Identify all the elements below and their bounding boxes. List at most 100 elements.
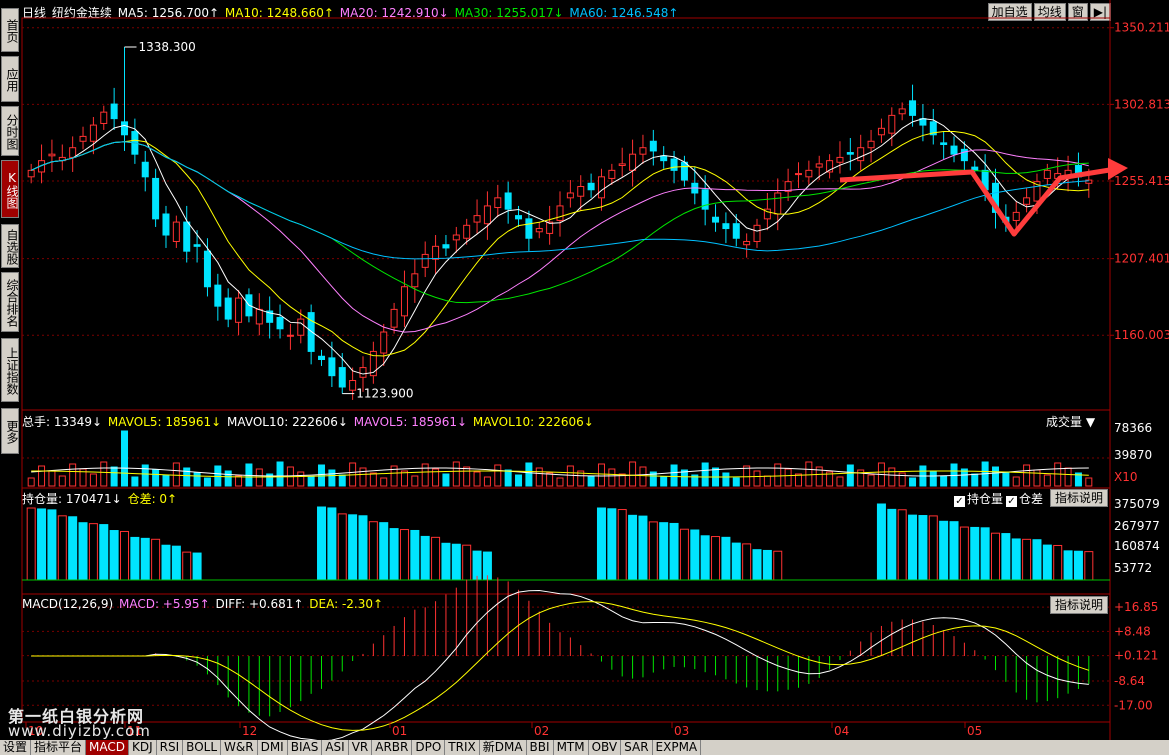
candle-body xyxy=(400,286,408,317)
candle-body xyxy=(390,308,398,328)
tab-dpo[interactable]: DPO xyxy=(412,740,446,755)
tab-bias[interactable]: BIAS xyxy=(288,740,323,755)
oi-bar xyxy=(711,536,721,581)
oi-bar xyxy=(700,535,710,581)
candle-body xyxy=(235,297,243,323)
candle-body xyxy=(452,234,460,241)
oi-help-button[interactable]: 指标说明 xyxy=(1050,489,1109,507)
candle-body xyxy=(722,223,730,230)
candle-body xyxy=(421,253,429,268)
volume-bar xyxy=(110,466,118,487)
dea-value: DEA: -2.30↑ xyxy=(309,597,384,611)
volume-bar xyxy=(48,470,56,487)
tab-trix[interactable]: TRIX xyxy=(445,740,480,755)
candle-body xyxy=(857,147,865,162)
volume-bar xyxy=(888,467,896,487)
tab-bbi[interactable]: BBI xyxy=(527,740,554,755)
oi-bar xyxy=(742,543,752,581)
oi-bar xyxy=(1084,551,1094,581)
volume-bar xyxy=(846,464,854,487)
oi-bar xyxy=(368,521,378,581)
indicator-tabs: 设置 指标平台 MACD KDJ RSI BOLL W&R DMI BIAS ASI VR ARBR D… xyxy=(0,740,1169,755)
tab-vr[interactable]: VR xyxy=(349,740,373,755)
price-tick-label: 1255.415 xyxy=(1114,174,1169,188)
candle-body xyxy=(328,357,336,377)
total-volume-label: 总手: 13349↓ xyxy=(22,415,103,429)
price-tick-label: 1302.813 xyxy=(1114,97,1169,111)
candle-body xyxy=(535,228,543,233)
candle-body xyxy=(494,197,502,209)
tab-rsi[interactable]: RSI xyxy=(157,740,184,755)
tab-asi[interactable]: ASI xyxy=(322,740,349,755)
oi-bar xyxy=(876,503,886,581)
volume-bar xyxy=(940,475,948,487)
volume-bar xyxy=(898,472,906,487)
volume-bar xyxy=(38,465,46,487)
candle-body xyxy=(48,153,56,157)
candle-body xyxy=(69,147,77,158)
oi-bar xyxy=(472,550,482,581)
candle-body xyxy=(307,312,315,352)
tab--[interactable]: 设置 xyxy=(0,740,32,755)
candle-body xyxy=(359,367,367,378)
candle-body xyxy=(152,177,160,220)
volume-bar xyxy=(172,462,180,487)
volume-bar xyxy=(660,476,668,487)
oi-bar xyxy=(57,515,67,581)
tab-expma[interactable]: EXPMA xyxy=(653,740,702,755)
tab-dmi[interactable]: DMI xyxy=(258,740,288,755)
tab-arbr[interactable]: ARBR xyxy=(372,740,413,755)
oi-bar xyxy=(990,532,1000,581)
volume-bar xyxy=(89,473,97,487)
volume-bar xyxy=(307,476,315,487)
candle-body xyxy=(110,103,118,120)
oi-bar xyxy=(451,543,461,581)
volume-bar xyxy=(836,476,844,487)
diff-line xyxy=(31,590,1089,740)
tab-macd[interactable]: MACD xyxy=(86,740,130,755)
oi-diff-checkbox[interactable]: ✓ 仓差 xyxy=(1006,490,1043,507)
watermark-url: www.diyizby.com xyxy=(8,722,151,740)
candle-body xyxy=(1012,211,1020,221)
candle-body xyxy=(680,161,688,181)
candle-body xyxy=(338,367,346,388)
tab-w-r[interactable]: W&R xyxy=(221,740,258,755)
oi-bar xyxy=(120,530,130,581)
volume-bar xyxy=(224,470,232,487)
kline-chart[interactable]: 1350.211 1302.813 1255.415 1207.401 1160.003… xyxy=(0,0,1169,740)
month-label: 12 xyxy=(242,724,257,738)
oi-bar xyxy=(379,522,389,581)
volume-bar xyxy=(784,468,792,487)
candle-body xyxy=(608,169,616,179)
volume-dropdown[interactable]: 成交量 ▼ xyxy=(1046,413,1095,430)
candle-body xyxy=(100,111,108,124)
oi-checkbox[interactable]: ✓ 持仓量 xyxy=(954,490,1003,507)
candle-body xyxy=(349,380,357,391)
tab--dma[interactable]: 新DMA xyxy=(480,740,527,755)
volume-bar xyxy=(100,461,108,487)
oi-bar xyxy=(399,529,409,581)
candle-body xyxy=(442,244,450,249)
volume-bar xyxy=(131,476,139,487)
tab-kdj[interactable]: KDJ xyxy=(129,740,157,755)
oi-bar xyxy=(731,542,741,581)
volume-bar xyxy=(380,477,388,487)
volume-bar xyxy=(141,464,149,487)
candle-body xyxy=(255,308,263,325)
candle-body xyxy=(577,186,585,197)
macd-help-button[interactable]: 指标说明 xyxy=(1050,596,1109,614)
candle-body xyxy=(712,216,720,223)
month-label: 04 xyxy=(834,724,849,738)
candle-body xyxy=(432,245,440,260)
candle-body xyxy=(1043,169,1051,179)
tab-sar[interactable]: SAR xyxy=(621,740,653,755)
tab-obv[interactable]: OBV xyxy=(589,740,622,755)
volume-bar xyxy=(473,471,481,487)
oi-bar xyxy=(1053,544,1063,581)
price-tick-label: 1160.003 xyxy=(1114,328,1169,342)
oi-bar xyxy=(970,526,980,581)
tab-boll[interactable]: BOLL xyxy=(183,740,222,755)
tab-mtm[interactable]: MTM xyxy=(554,740,589,755)
tab--[interactable]: 指标平台 xyxy=(31,740,87,755)
oi-bar xyxy=(130,536,140,581)
